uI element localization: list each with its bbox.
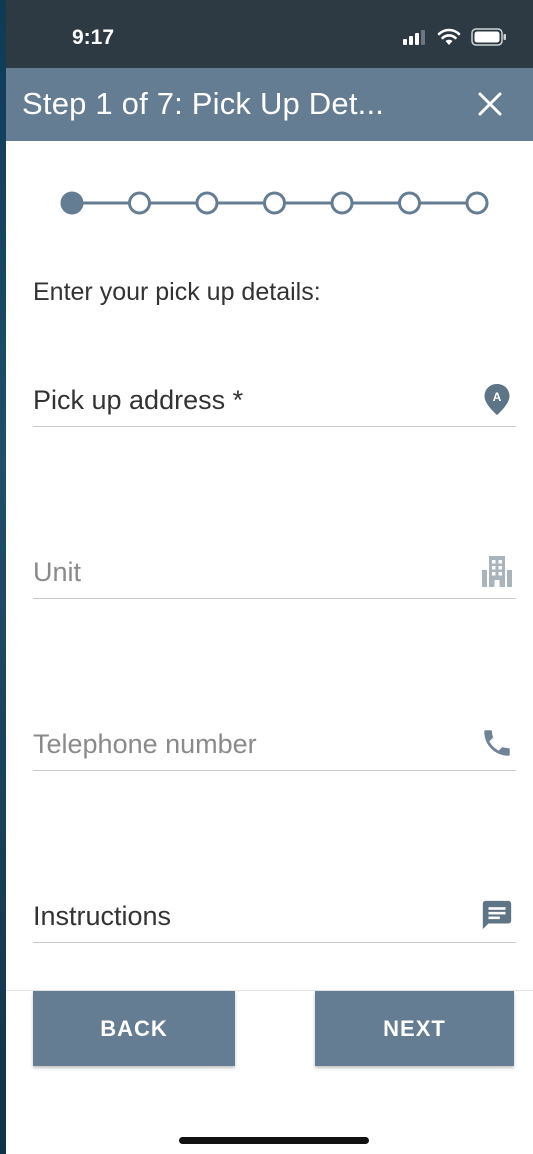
step-dot-current: [60, 191, 84, 215]
map-marker-a-icon: A: [484, 384, 510, 415]
next-button[interactable]: NEXT: [315, 991, 514, 1066]
battery-icon: [471, 28, 506, 46]
close-icon[interactable]: [473, 87, 507, 121]
pickup-address-label: Pick up address *: [33, 385, 244, 415]
home-indicator[interactable]: [179, 1137, 369, 1144]
cellular-signal-icon: [403, 30, 425, 45]
step-dot: [128, 191, 151, 215]
status-bar: 9:17: [6, 0, 533, 68]
form-intro-text: Enter your pick up details:: [33, 278, 321, 306]
unit-field[interactable]: Unit: [33, 538, 516, 599]
back-button[interactable]: BACK: [33, 991, 235, 1066]
app-bar: Step 1 of 7: Pick Up Det...: [6, 68, 533, 141]
page-title: Step 1 of 7: Pick Up Det...: [22, 86, 385, 121]
step-dot: [195, 191, 219, 215]
phone-screen: 9:17 Step 1 of 7: Pick Up Det... Enter y…: [6, 0, 533, 1154]
step-dot: [330, 191, 354, 215]
unit-label: Unit: [33, 557, 82, 587]
instructions-field[interactable]: Instructions: [33, 882, 516, 943]
step-dot: [465, 191, 489, 215]
phone-icon: [484, 730, 510, 756]
step-dot: [263, 191, 286, 215]
building-icon: [482, 556, 512, 587]
telephone-number-label: Telephone number: [33, 729, 257, 759]
step-dot: [398, 191, 421, 215]
telephone-number-field[interactable]: Telephone number: [33, 710, 516, 771]
svg-text:A: A: [493, 390, 502, 404]
comment-icon: [482, 900, 512, 930]
pickup-address-field[interactable]: Pick up address * A: [33, 366, 516, 427]
instructions-label: Instructions: [33, 901, 172, 931]
status-icons: [403, 28, 507, 46]
status-time: 9:17: [72, 26, 115, 49]
wifi-icon: [437, 28, 461, 45]
step-progress-indicator: [60, 191, 489, 215]
